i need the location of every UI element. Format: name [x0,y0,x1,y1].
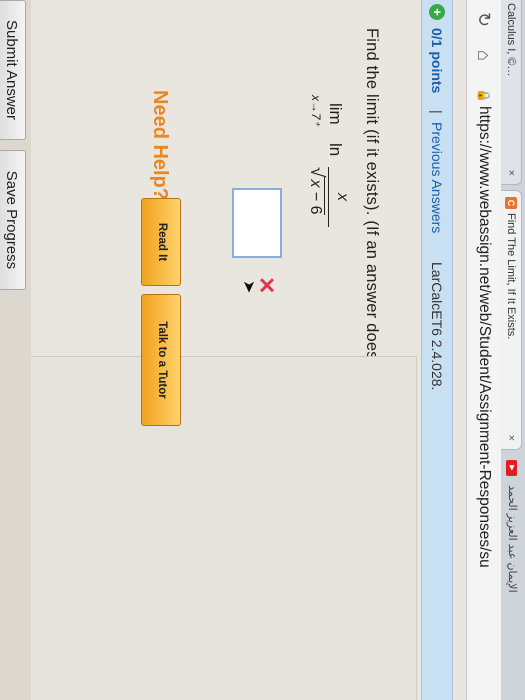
reload-icon[interactable]: ↻ [473,12,495,27]
tab-close-icon[interactable]: × [501,170,521,176]
browser-toolbar: ↻ ⌂ 🔒 https://www.webassign.net/web/Stud… [466,0,501,700]
browser-tab-strip: A Calculus I, ©… × C Find The Limit, If … [500,0,525,700]
answer-input[interactable] [232,188,282,258]
fraction-bar [328,167,329,227]
header-separator: | [429,110,445,114]
plus-icon[interactable]: + [429,4,445,20]
points-label: 0/1 points [429,28,445,94]
tab-find-the-limit[interactable]: C Find The Limit, If It Exists. × [501,190,522,450]
talk-to-tutor-button[interactable]: Talk to a Tutor [141,294,181,426]
read-it-button[interactable]: Read It [141,198,181,286]
radicand-rest: − 6 [307,187,324,215]
address-bar-url[interactable]: https://www.webassign.net/web/Student/As… [473,106,495,568]
youtube-icon: ▶ [506,460,518,476]
tab-title: الإيمان عبد العزيز الحمد [506,485,518,593]
previous-answers-link[interactable]: Previous Answers [422,122,452,233]
tab-calculus[interactable]: A Calculus I, ©… × [501,0,522,185]
denominator: √x − 6 [305,167,327,233]
lock-icon: 🔒 [477,88,491,103]
lim-text: lim [326,103,345,125]
submit-answer-button[interactable]: Submit Answer [0,0,26,140]
numerator: x [334,193,351,201]
footer-actions: Submit Answer Save Progress [0,0,31,700]
tab-favicon-icon: C [505,197,517,209]
ln-text: ln [326,143,345,157]
need-help-label: Need Help? [149,90,171,201]
rotated-screen: A Calculus I, ©… × C Find The Limit, If … [0,0,525,700]
question-header: + 0/1 points | Previous Answers LarCalcE… [421,0,453,700]
tab-title: Find The Limit, If It Exists. [505,213,517,340]
tab-title: Calculus I, ©… [505,3,517,77]
radicand: x − 6 [307,177,325,215]
help-row: Need Help? Read It Talk to a Tutor [139,0,199,700]
tab-youtube[interactable]: ▶ الإيمان عبد العزيز الحمد [501,460,522,700]
radical-icon: √ [306,167,327,178]
save-progress-button[interactable]: Save Progress [0,150,26,290]
lim-subscript: x→7⁺ [309,95,323,127]
side-panel [0,356,417,700]
tab-close-icon[interactable]: × [501,435,521,441]
home-icon[interactable]: ⌂ [473,50,495,61]
webassign-page: + 0/1 points | Previous Answers LarCalcE… [0,0,467,700]
question-code: LarCalcET6 2.4.028. [429,262,445,391]
mouse-cursor-icon: ➤ [240,280,257,294]
limit-expression: lim x→7⁺ ln x √x − 6 [291,95,351,335]
